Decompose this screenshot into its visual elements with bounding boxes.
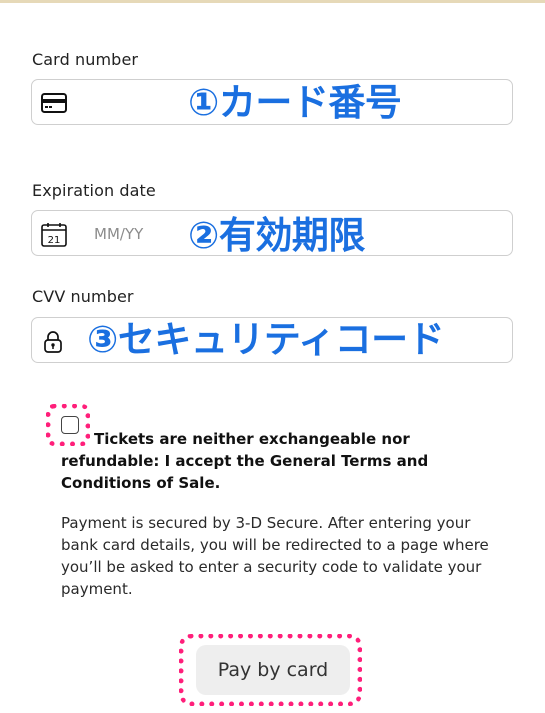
cvv-label: CVV number (32, 287, 134, 306)
calendar-day: 21 (48, 235, 61, 246)
lock-icon (40, 329, 66, 353)
secure-payment-note: Payment is secured by 3-D Secure. After … (61, 514, 489, 598)
card-number-annotation: ①カード番号 (188, 81, 402, 124)
cvv-annotation: ③セキュリティコード (87, 318, 445, 361)
terms-text: Tickets are neither exchangeable nor ref… (61, 430, 429, 492)
credit-card-icon (40, 91, 67, 115)
pay-by-card-button[interactable]: Pay by card (196, 645, 350, 695)
top-divider (0, 0, 545, 3)
expiration-date-placeholder: MM/YY (94, 225, 144, 243)
expiration-date-label: Expiration date (32, 181, 156, 200)
expiration-date-annotation: ②有効期限 (188, 214, 365, 257)
calendar-icon: 21 (40, 222, 67, 247)
payment-form: Card number ①カード番号 Expiration date 21 MM… (0, 0, 545, 713)
card-number-label: Card number (32, 50, 139, 69)
